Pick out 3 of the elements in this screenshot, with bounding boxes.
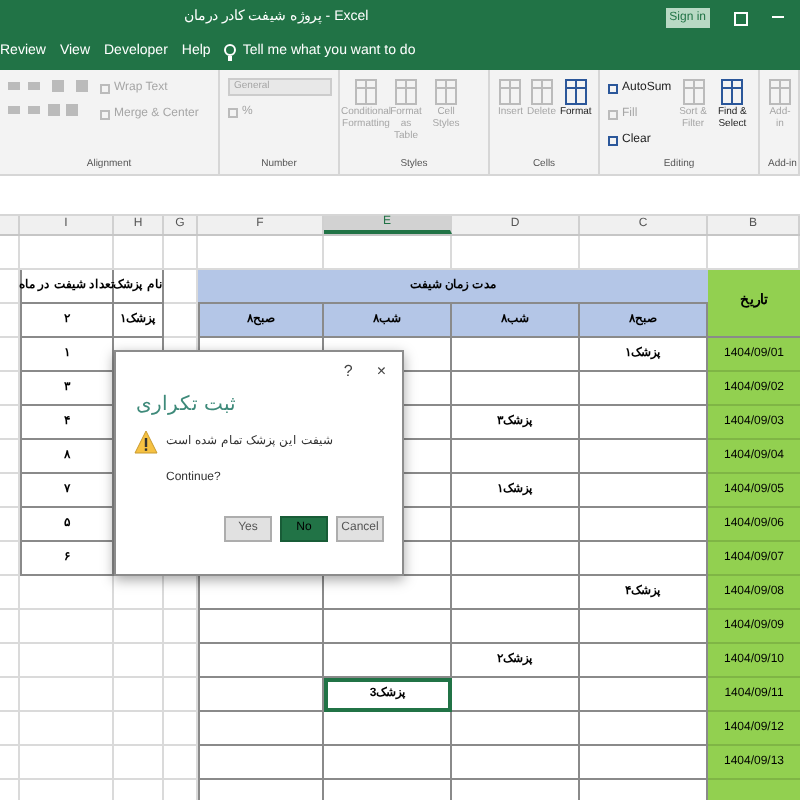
close-button[interactable]: × [376,360,386,384]
dialog-heading: ثبت تکراری [136,392,236,420]
help-button[interactable]: ? [343,360,353,384]
